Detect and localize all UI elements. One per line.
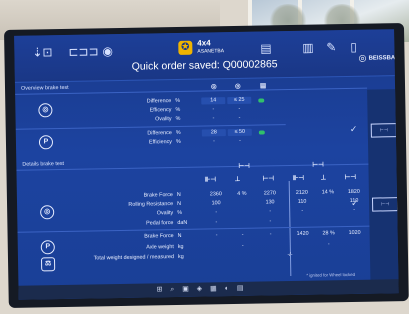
value-cell-text: 2360 [209, 191, 222, 198]
status-ok-icon [258, 130, 265, 135]
row-label: Difference [146, 98, 172, 105]
limit-cell-text: - [239, 137, 241, 144]
value-cell-text: - [213, 138, 215, 145]
value-cell-text: - [241, 231, 244, 238]
row-unit: % [175, 115, 181, 123]
left-wheel-icon: ⊪⊣ [292, 174, 305, 182]
right-wheel-icon: ⊢⊣ [344, 173, 357, 182]
value-cell-text: 110 [349, 197, 359, 204]
taskbar-icons[interactable]: ⊞ ⌕ ▣ ◈ ▦ ◐ ▤ [156, 284, 246, 295]
row-label: Efficency [149, 107, 172, 114]
result-thumbnail[interactable]: ⊢⊣ [370, 123, 397, 138]
rear-axle-icon: ◎ [234, 82, 241, 90]
row-label: Brake Force [143, 192, 173, 199]
top-toolbar: ⇣⊡ ⊏⊐⊐ ◉ ✪ 4x4 ASANETBA ▤ ▥ ✎ ▯ Quick or… [14, 29, 399, 83]
row-unit: % [175, 138, 181, 146]
footnote: * ignited for Wheel locked [306, 271, 356, 278]
brand-label: BEISSBARTH [368, 54, 399, 62]
value-cell-text: 2120 [295, 189, 308, 196]
row-unit: N [177, 200, 182, 208]
row-label: Efficiency [148, 139, 173, 146]
edit-icon[interactable]: ✎ [326, 40, 336, 54]
value-cell-text: - [241, 242, 244, 249]
row-unit: N [177, 232, 182, 240]
row-label: Ovality [156, 210, 174, 217]
value-cell-text: -/- [287, 251, 293, 259]
wheel-icon[interactable]: ◉ [102, 44, 113, 58]
car-lift-icon[interactable]: ⇣⊡ [32, 45, 52, 59]
brake-tester-icon[interactable]: ⊏⊐⊐ [68, 44, 98, 59]
right-wheel-icon: ⊢⊣ [262, 175, 275, 183]
value-cell-text: 100 [211, 200, 221, 207]
details-title: Details brake test [22, 160, 65, 168]
value-cell-text: 28 % [322, 230, 335, 237]
row-label: Total weight designed / measured [93, 254, 175, 262]
report-icon[interactable]: ▥ [302, 41, 314, 55]
value-cell-text: - [215, 219, 218, 226]
limit-cell-text: - [238, 105, 241, 112]
row-label: Axle weight [146, 244, 174, 251]
row-unit: daN [177, 219, 188, 227]
row-unit: N [176, 191, 181, 199]
mode-logo-sub: ASANETBA [197, 48, 225, 55]
value-cell-text: 14 [210, 97, 217, 104]
value-cell-text: 14 % [321, 189, 335, 196]
limit-cell-text: ≤ 25 [233, 96, 245, 103]
value-cell-text: 2270 [263, 190, 276, 197]
row-label: Pedal force [146, 220, 174, 227]
limit-cell-text: - [238, 114, 241, 121]
difference-icon: ⊥ [234, 175, 241, 183]
rear-axle-header-icon: ⊢⊣ [312, 161, 324, 169]
row-label: Ovality [155, 116, 172, 123]
row-unit: % [177, 209, 183, 217]
order-status: Quick order saved: Q00002865 [131, 58, 278, 73]
monitor: ⇣⊡ ⊏⊐⊐ ◉ ✪ 4x4 ASANETBA ▤ ▥ ✎ ▯ Quick or… [4, 23, 409, 308]
row-unit: kg [177, 243, 184, 250]
value-cell-text: - [212, 106, 215, 113]
brand-icon: ◎ [358, 52, 367, 63]
overview-title: Overview brake test [20, 84, 69, 92]
status-ok-icon [258, 98, 265, 103]
steering-wheel-icon[interactable]: ✪ [178, 40, 193, 55]
result-thumbnail[interactable]: ⊢⊣ [371, 197, 399, 212]
value-cell-text: - [269, 231, 272, 238]
front-axle-header-icon: ⊢⊣ [238, 162, 250, 170]
value-cell-text: 110 [297, 198, 307, 205]
right-side-panel [367, 89, 399, 290]
left-wheel-icon: ⊪⊣ [204, 176, 217, 184]
value-cell-text: - [215, 232, 218, 239]
value-cell-text: - [269, 218, 272, 225]
row-label: Rolling Resistance [128, 201, 174, 208]
limit-cell-text: ≤ 50 [234, 128, 246, 135]
value-cell-text: - [215, 209, 218, 216]
app-screen: ⇣⊡ ⊏⊐⊐ ◉ ✪ 4x4 ASANETBA ▤ ▥ ✎ ▯ Quick or… [14, 29, 399, 300]
value-cell-text: 1020 [348, 229, 361, 237]
value-cell-text: - [301, 207, 304, 214]
row-unit: % [175, 97, 181, 105]
difference-icon: ⊥ [320, 174, 327, 182]
document-icon: ▤ [259, 82, 267, 90]
value-cell-text: 1820 [347, 188, 360, 196]
value-cell-text: - [327, 241, 330, 248]
row-unit: kg [177, 253, 184, 260]
row-label: Difference [147, 130, 172, 137]
mode-logo: 4x4 [197, 38, 211, 48]
printer-icon[interactable]: ▤ [260, 41, 272, 55]
value-cell-text: - [353, 206, 356, 213]
row-unit: % [175, 106, 181, 114]
row-label: Brake Force [144, 233, 174, 240]
value-cell-text: 4 % [237, 190, 247, 197]
value-cell-text: 1420 [296, 230, 309, 237]
value-cell-text: - [269, 208, 272, 215]
phone-icon[interactable]: ▯ [350, 40, 357, 54]
row-unit: % [175, 129, 181, 137]
front-axle-icon: ◎ [210, 83, 217, 91]
value-cell-text: 28 [210, 129, 217, 136]
value-cell-text: - [212, 115, 215, 122]
value-cell-text: 130 [265, 199, 275, 206]
